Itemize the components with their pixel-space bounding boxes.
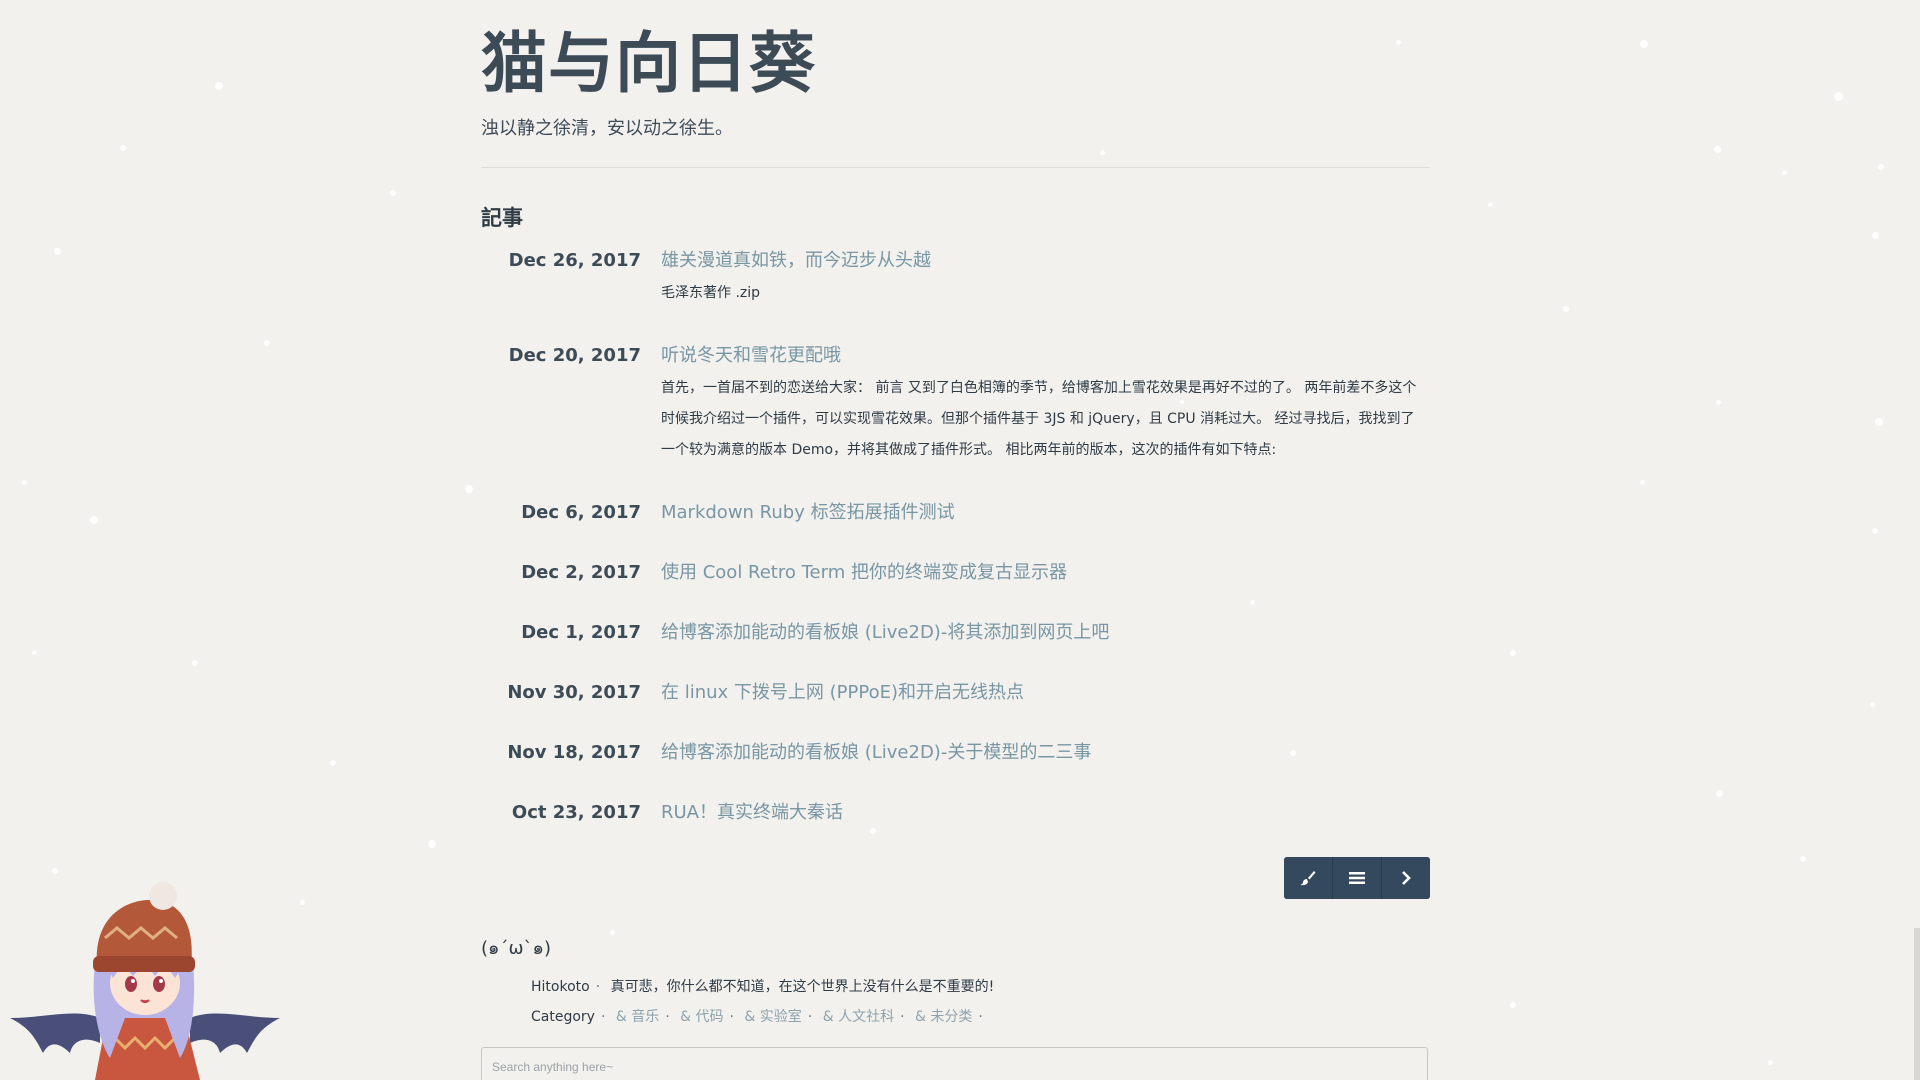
footer-emoticon: (๑´ω`๑): [481, 938, 551, 959]
post-title-link[interactable]: 在 linux 下拨号上网 (PPPoE)和开启无线热点: [661, 682, 1024, 703]
category-link-humanities[interactable]: & 人文社科: [823, 1009, 894, 1025]
post-body: RUA！真实终端大秦话: [661, 800, 1421, 826]
category-line: Category · & 音乐 · & 代码 · & 实验室 · & 人文社科 · & 未…: [531, 1006, 989, 1026]
post-item: Dec 26, 2017 雄关漫道真如铁，而今迈步从头越 毛泽东著作 .zip: [481, 248, 1430, 309]
post-body: 在 linux 下拨号上网 (PPPoE)和开启无线热点: [661, 680, 1421, 706]
scrollbar[interactable]: [1914, 928, 1920, 1080]
separator: ·: [665, 1009, 670, 1025]
post-body: Markdown Ruby 标签拓展插件测试: [661, 500, 1421, 526]
next-page-button[interactable]: [1382, 857, 1430, 899]
hitokoto-label: Hitokoto: [531, 979, 590, 995]
main-container: 猫与向日葵 浊以静之徐清，安以动之徐生。 記事 Dec 26, 2017 雄关漫…: [481, 0, 1430, 1080]
post-item: Dec 6, 2017 Markdown Ruby 标签拓展插件测试: [481, 500, 1430, 526]
category-link-uncategorized[interactable]: & 未分类: [915, 1009, 972, 1025]
post-date: Oct 23, 2017: [511, 802, 641, 823]
chevron-right-icon: [1402, 871, 1411, 885]
live2d-mascot[interactable]: [5, 868, 285, 1080]
site-title[interactable]: 猫与向日葵: [481, 0, 1430, 104]
menu-icon: [1349, 872, 1365, 884]
post-excerpt: 首先，一首届不到的恋送给大家： 前言 又到了白色相簿的季节，给博客加上雪花效果是…: [661, 380, 1417, 458]
section-heading: 記事: [481, 206, 523, 230]
post-title-link[interactable]: 听说冬天和雪花更配哦: [661, 345, 841, 366]
post-date: Dec 2, 2017: [521, 562, 641, 583]
brush-icon: [1300, 871, 1316, 886]
post-excerpt: 毛泽东著作 .zip: [661, 285, 761, 301]
site-subtitle: 浊以静之徐清，安以动之徐生。: [481, 118, 733, 139]
post-date: Dec 1, 2017: [521, 622, 641, 643]
post-title-link[interactable]: 给博客添加能动的看板娘 (Live2D)-将其添加到网页上吧: [661, 622, 1109, 643]
separator: ·: [729, 1009, 734, 1025]
category-link-lab[interactable]: & 实验室: [744, 1009, 801, 1025]
page: 猫与向日葵 浊以静之徐清，安以动之徐生。 記事 Dec 26, 2017 雄关漫…: [0, 0, 1920, 1080]
post-date: Dec 20, 2017: [508, 345, 641, 366]
separator: ·: [900, 1009, 905, 1025]
category-link-music[interactable]: & 音乐: [616, 1009, 659, 1025]
post-body: 听说冬天和雪花更配哦 首先，一首届不到的恋送给大家： 前言 又到了白色相簿的季节…: [661, 343, 1421, 466]
separator: ·: [978, 1009, 983, 1025]
separator: ·: [595, 979, 601, 995]
post-item: Dec 2, 2017 使用 Cool Retro Term 把你的终端变成复古…: [481, 560, 1430, 586]
post-title-link[interactable]: 雄关漫道真如铁，而今迈步从头越: [661, 250, 931, 271]
category-label: Category: [531, 1009, 595, 1025]
archive-menu-button[interactable]: [1333, 857, 1382, 899]
separator: ·: [600, 1009, 606, 1025]
post-item: Dec 1, 2017 给博客添加能动的看板娘 (Live2D)-将其添加到网页…: [481, 620, 1430, 646]
hitokoto-text: 真可悲，你什么都不知道，在这个世界上没有什么是不重要的!: [610, 979, 995, 995]
post-body: 雄关漫道真如铁，而今迈步从头越 毛泽东著作 .zip: [661, 248, 1421, 309]
pager-toolbar: [1284, 857, 1430, 899]
search-box: [481, 1047, 1428, 1080]
post-title-link[interactable]: 给博客添加能动的看板娘 (Live2D)-关于模型的二三事: [661, 742, 1091, 763]
post-item: Nov 30, 2017 在 linux 下拨号上网 (PPPoE)和开启无线热…: [481, 680, 1430, 706]
search-input[interactable]: [482, 1048, 1427, 1080]
post-list: Dec 26, 2017 雄关漫道真如铁，而今迈步从头越 毛泽东著作 .zip …: [481, 248, 1430, 826]
post-title-link[interactable]: 使用 Cool Retro Term 把你的终端变成复古显示器: [661, 562, 1067, 583]
post-date: Nov 30, 2017: [507, 682, 641, 703]
post-date: Dec 26, 2017: [508, 250, 641, 271]
post-body: 给博客添加能动的看板娘 (Live2D)-关于模型的二三事: [661, 740, 1421, 766]
separator: ·: [807, 1009, 813, 1025]
post-title-link[interactable]: RUA！真实终端大秦话: [661, 802, 843, 823]
theme-button[interactable]: [1284, 857, 1333, 899]
post-item: Oct 23, 2017 RUA！真实终端大秦话: [481, 800, 1430, 826]
post-date: Nov 18, 2017: [507, 742, 641, 763]
post-date: Dec 6, 2017: [521, 502, 641, 523]
post-body: 给博客添加能动的看板娘 (Live2D)-将其添加到网页上吧: [661, 620, 1421, 646]
post-item: Dec 20, 2017 听说冬天和雪花更配哦 首先，一首届不到的恋送给大家： …: [481, 343, 1430, 466]
post-item: Nov 18, 2017 给博客添加能动的看板娘 (Live2D)-关于模型的二…: [481, 740, 1430, 766]
post-title-link[interactable]: Markdown Ruby 标签拓展插件测试: [661, 502, 955, 523]
post-body: 使用 Cool Retro Term 把你的终端变成复古显示器: [661, 560, 1421, 586]
header-divider: [481, 167, 1430, 168]
hitokoto-line: Hitokoto · 真可悲，你什么都不知道，在这个世界上没有什么是不重要的!: [531, 976, 994, 996]
category-link-code[interactable]: & 代码: [680, 1009, 723, 1025]
